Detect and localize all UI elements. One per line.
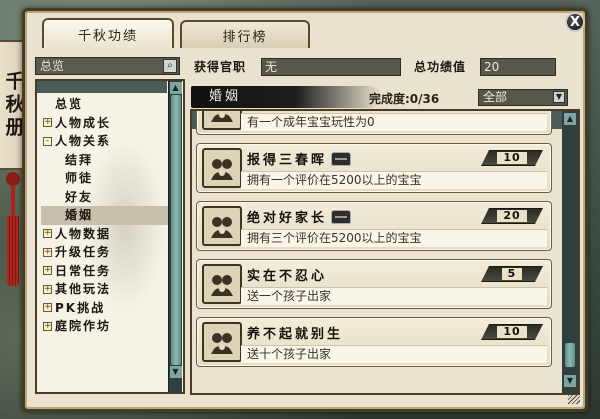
category-panel: 总览 ⌕ 总览 + 人物成长 - 人物关系 结拜 师徒 好友 婚姻 + 人物数据 + 升级任务 + 日常任务…: [35, 57, 185, 394]
achievement-card[interactable]: 报得三春晖 10 拥有一个评价在5200以上的宝宝: [196, 143, 552, 193]
scroll-up-icon[interactable]: ▲: [564, 113, 576, 125]
chest-icon: [331, 151, 352, 166]
achievement-title: 绝对好家长: [247, 211, 328, 226]
scroll-thumb[interactable]: [170, 95, 181, 365]
tree-item-label: 好友: [65, 189, 94, 204]
tree-scrollbar[interactable]: ▲ ▼: [168, 81, 182, 392]
tree-item[interactable]: + 庭院作坊: [41, 317, 169, 336]
scroll-up-icon[interactable]: ▲: [169, 82, 182, 94]
points-badge: 20: [481, 208, 543, 224]
category-banner: 婚姻: [191, 86, 381, 108]
achievement-description: 送十个孩子出家: [241, 345, 547, 363]
tab-bar: 千秋功绩 排行榜: [42, 18, 310, 48]
tree-item-label: PK挑战: [55, 300, 106, 315]
tree-item-label: 婚姻: [65, 208, 94, 223]
chest-icon: [331, 209, 352, 224]
tree-item-label: 人物关系: [55, 134, 112, 149]
tree-item[interactable]: 结拜: [41, 151, 169, 170]
achievement-card[interactable]: 好家长有一个成年宝宝玩性为0: [196, 109, 552, 135]
tree-item-label: 其他玩法: [55, 282, 112, 297]
tree-item[interactable]: + 日常任务: [41, 262, 169, 281]
achievement-title: 好家长: [247, 109, 295, 110]
achievement-list: 好家长有一个成年宝宝玩性为0 报得三春晖 10 拥有一个评价在5200以上的宝宝绝对好…: [190, 109, 580, 395]
achievement-card[interactable]: 实在不忍心 5 送一个孩子出家: [196, 259, 552, 309]
achievement-image: [202, 148, 242, 188]
official-title-label: 获得官职: [194, 60, 247, 74]
resize-grip[interactable]: [568, 392, 580, 404]
chevron-down-icon[interactable]: ▼: [553, 91, 565, 103]
points-value: 20: [497, 210, 526, 222]
tree-item-label: 升级任务: [55, 245, 112, 260]
achievement-title: 养不起就别生: [247, 327, 344, 342]
tab-label: 排行榜: [222, 29, 268, 45]
tree-item-label: 人物数据: [55, 226, 112, 241]
achievement-image: [202, 322, 242, 362]
tassel-ornament: [6, 172, 20, 292]
filter-select[interactable]: 全部 ▼: [478, 89, 568, 106]
tree-header-bar: [37, 81, 167, 93]
tree-item-label: 庭院作坊: [55, 319, 112, 334]
tree-item[interactable]: 总览: [41, 95, 169, 114]
tree-item[interactable]: + 人物成长: [41, 114, 169, 133]
search-icon[interactable]: ⌕: [163, 59, 177, 73]
completion-progress: 完成度:0/36: [369, 92, 440, 106]
total-points-field: 20: [480, 58, 556, 76]
scroll-down-icon[interactable]: ▼: [169, 366, 182, 378]
list-scrollbar[interactable]: ▲ ▼: [562, 111, 578, 393]
achievement-image: [202, 206, 242, 246]
achievement-title: 报得三春晖: [247, 153, 328, 168]
achievement-title: 实在不忍心: [247, 269, 328, 284]
achievement-image: [202, 111, 242, 130]
tree-list: 总览 + 人物成长 - 人物关系 结拜 师徒 好友 婚姻 + 人物数据 + 升级任务 + 日常任务 + 其他玩法…: [41, 95, 169, 336]
points-value: 10: [497, 326, 526, 338]
tree-item[interactable]: 婚姻: [41, 206, 169, 225]
achievement-card[interactable]: 养不起就别生 10 送十个孩子出家: [196, 317, 552, 367]
category-search-input[interactable]: 总览 ⌕: [35, 57, 180, 75]
tab-ranking[interactable]: 排行榜: [180, 20, 310, 48]
achievement-card[interactable]: 绝对好家长 20 拥有三个评价在5200以上的宝宝: [196, 201, 552, 251]
total-points-label: 总功绩值: [414, 60, 467, 74]
scroll-down-icon[interactable]: ▼: [564, 375, 576, 387]
achievement-image: [202, 264, 242, 304]
points-value: 10: [497, 152, 526, 164]
tree-item-label: 结拜: [65, 152, 94, 167]
official-title-field: 无: [261, 58, 401, 76]
tab-label: 千秋功绩: [77, 28, 138, 44]
tree-item[interactable]: 好友: [41, 188, 169, 207]
tree-item[interactable]: + 升级任务: [41, 243, 169, 262]
achievement-description: 有一个成年宝宝玩性为0: [241, 113, 547, 131]
tree-item[interactable]: 师徒: [41, 169, 169, 188]
tree-item-label: 师徒: [65, 171, 94, 186]
points-badge: 10: [481, 324, 543, 340]
expand-icon[interactable]: +: [43, 247, 52, 257]
scroll-thumb[interactable]: [565, 343, 575, 367]
points-badge: 10: [481, 150, 543, 166]
tree-item[interactable]: + 其他玩法: [41, 280, 169, 299]
tab-achievements[interactable]: 千秋功绩: [42, 18, 174, 48]
expand-icon[interactable]: +: [43, 118, 52, 128]
expand-icon[interactable]: +: [43, 303, 52, 313]
achievement-description: 拥有一个评价在5200以上的宝宝: [241, 171, 547, 189]
tree-item[interactable]: + 人物数据: [41, 225, 169, 244]
expand-icon[interactable]: +: [43, 266, 52, 276]
tree-item-label: 人物成长: [55, 115, 112, 130]
category-tree: 总览 + 人物成长 - 人物关系 结拜 师徒 好友 婚姻 + 人物数据 + 升级任务 + 日常任务 + 其他玩法…: [35, 79, 185, 394]
expand-icon[interactable]: +: [43, 321, 52, 331]
search-value: 总览: [40, 59, 65, 73]
tree-item-label: 总览: [55, 97, 84, 112]
achievement-description: 拥有三个评价在5200以上的宝宝: [241, 229, 547, 247]
points-value: 5: [502, 268, 523, 280]
collapse-icon[interactable]: -: [43, 136, 52, 146]
tree-item-label: 日常任务: [55, 263, 112, 278]
close-button[interactable]: X: [565, 12, 585, 32]
close-icon: X: [569, 14, 581, 30]
expand-icon[interactable]: +: [43, 284, 52, 294]
tree-item[interactable]: - 人物关系: [41, 132, 169, 151]
expand-icon[interactable]: +: [43, 229, 52, 239]
filter-value: 全部: [483, 90, 508, 104]
category-title: 婚姻: [209, 89, 242, 104]
tree-item[interactable]: + PK挑战: [41, 299, 169, 318]
points-badge: 5: [481, 266, 543, 282]
achievement-description: 送一个孩子出家: [241, 287, 547, 305]
